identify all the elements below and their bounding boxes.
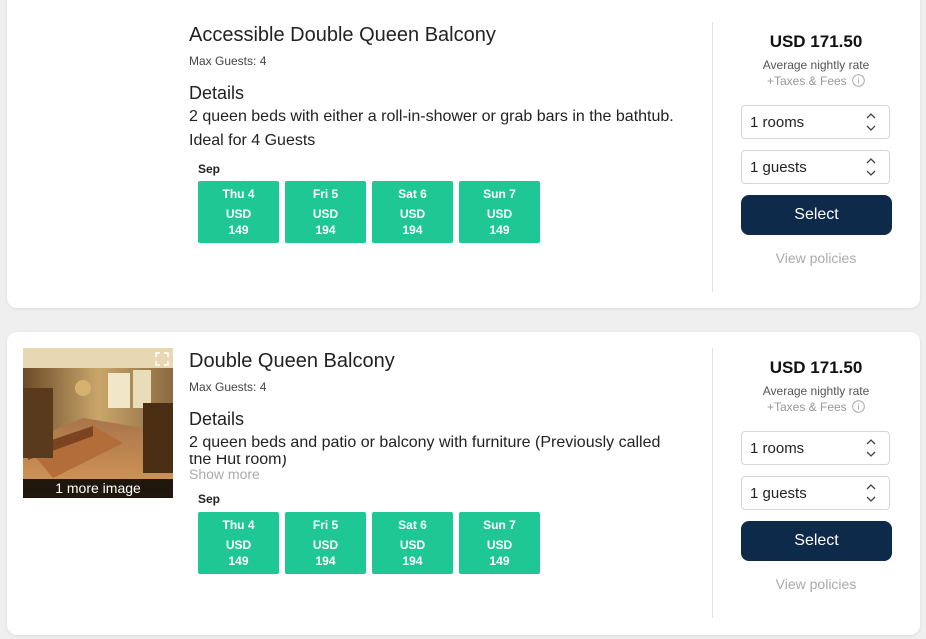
date-price: 194 bbox=[315, 554, 336, 568]
date-price: 194 bbox=[402, 223, 423, 237]
photo-more-images-caption[interactable]: 1 more image bbox=[23, 479, 173, 498]
select-button[interactable]: Select bbox=[741, 195, 892, 235]
date-day: Thu 4 bbox=[222, 187, 255, 201]
date-day: Fri 5 bbox=[312, 187, 339, 201]
max-guests: Max Guests: 4 bbox=[189, 54, 267, 68]
details-clipped: the Hut room) bbox=[189, 455, 709, 479]
date-currency: USD bbox=[312, 538, 339, 552]
date-price-button[interactable]: Sat 6 USD 194 bbox=[372, 512, 453, 574]
date-price-list: Thu 4 USD 149 Fri 5 USD 194 Sat 6 USD 19… bbox=[198, 181, 540, 243]
room-photo-image bbox=[23, 348, 173, 498]
chevron-up-down-icon[interactable] bbox=[865, 482, 877, 509]
date-price-button[interactable]: Thu 4 USD 149 bbox=[198, 512, 279, 574]
rooms-value: 1 rooms bbox=[750, 440, 805, 457]
chevron-up-down-icon[interactable] bbox=[865, 156, 877, 183]
details-line: 2 queen beds and patio or balcony with f… bbox=[189, 434, 661, 451]
date-currency: USD bbox=[225, 538, 252, 552]
view-policies-link[interactable]: View policies bbox=[741, 250, 891, 266]
details-heading: Details bbox=[189, 409, 245, 429]
details-text: 2 queen beds with either a roll-in-showe… bbox=[189, 105, 709, 153]
month-label: Sep bbox=[198, 492, 221, 506]
info-circle-icon[interactable] bbox=[852, 74, 865, 90]
date-day: Fri 5 bbox=[312, 518, 339, 532]
taxes-fees-label: +Taxes & Fees bbox=[741, 74, 891, 90]
guests-value: 1 guests bbox=[750, 159, 807, 176]
nightly-price: USD 171.50 bbox=[769, 358, 863, 377]
date-price: 149 bbox=[489, 554, 510, 568]
date-currency: USD bbox=[399, 538, 426, 552]
column-divider bbox=[712, 22, 713, 292]
date-day: Sun 7 bbox=[483, 518, 516, 532]
info-circle-icon[interactable] bbox=[852, 400, 865, 416]
date-price-button[interactable]: Sun 7 USD 149 bbox=[459, 512, 540, 574]
select-button[interactable]: Select bbox=[741, 521, 892, 561]
month-label: Sep bbox=[198, 162, 221, 176]
expand-icon[interactable] bbox=[155, 352, 169, 366]
date-price: 194 bbox=[315, 223, 336, 237]
date-currency: USD bbox=[399, 207, 426, 221]
nightly-price: USD 171.50 bbox=[769, 32, 863, 51]
date-price: 194 bbox=[402, 554, 423, 568]
date-currency: USD bbox=[225, 207, 252, 221]
rooms-stepper[interactable]: 1 rooms bbox=[741, 105, 890, 139]
price-summary: USD 171.50 Average nightly rate +Taxes &… bbox=[741, 358, 891, 416]
date-price: 149 bbox=[489, 223, 510, 237]
date-day: Sat 6 bbox=[398, 518, 427, 532]
room-photo[interactable]: 1 more image bbox=[23, 348, 173, 498]
room-card-accessible-double-queen-balcony: Accessible Double Queen Balcony Max Gues… bbox=[7, 0, 920, 308]
date-day: Sun 7 bbox=[483, 187, 516, 201]
details-text: 2 queen beds and patio or balcony with f… bbox=[189, 431, 709, 479]
date-price-list: Thu 4 USD 149 Fri 5 USD 194 Sat 6 USD 19… bbox=[198, 512, 540, 574]
column-divider bbox=[712, 348, 713, 618]
date-price-button[interactable]: Sat 6 USD 194 bbox=[372, 181, 453, 243]
details-line: Ideal for 4 Guests bbox=[189, 132, 316, 149]
room-title: Accessible Double Queen Balcony bbox=[189, 24, 496, 46]
date-price-button[interactable]: Thu 4 USD 149 bbox=[198, 181, 279, 243]
view-policies-link[interactable]: View policies bbox=[741, 576, 891, 592]
taxes-fees-text: +Taxes & Fees bbox=[766, 74, 847, 89]
nightly-rate-label: Average nightly rate bbox=[762, 384, 870, 398]
show-more-link[interactable]: Show more bbox=[189, 466, 260, 482]
date-currency: USD bbox=[312, 207, 339, 221]
date-price: 149 bbox=[228, 223, 249, 237]
chevron-up-down-icon[interactable] bbox=[865, 437, 877, 464]
room-title: Double Queen Balcony bbox=[189, 350, 395, 372]
details-heading: Details bbox=[189, 83, 245, 103]
date-currency: USD bbox=[486, 538, 513, 552]
date-price-button[interactable]: Fri 5 USD 194 bbox=[285, 512, 366, 574]
taxes-fees-text: +Taxes & Fees bbox=[766, 400, 847, 415]
guests-stepper[interactable]: 1 guests bbox=[741, 476, 890, 510]
details-line: 2 queen beds with either a roll-in-showe… bbox=[189, 108, 674, 125]
guests-value: 1 guests bbox=[750, 485, 807, 502]
rooms-value: 1 rooms bbox=[750, 114, 805, 131]
date-price-button[interactable]: Fri 5 USD 194 bbox=[285, 181, 366, 243]
max-guests: Max Guests: 4 bbox=[189, 380, 267, 394]
rooms-stepper[interactable]: 1 rooms bbox=[741, 431, 890, 465]
price-summary: USD 171.50 Average nightly rate +Taxes &… bbox=[741, 32, 891, 90]
chevron-up-down-icon[interactable] bbox=[865, 111, 877, 138]
guests-stepper[interactable]: 1 guests bbox=[741, 150, 890, 184]
details-line: the Hut room) bbox=[189, 455, 287, 468]
date-price: 149 bbox=[228, 554, 249, 568]
date-currency: USD bbox=[486, 207, 513, 221]
nightly-rate-label: Average nightly rate bbox=[762, 58, 870, 72]
taxes-fees-label: +Taxes & Fees bbox=[741, 400, 891, 416]
date-day: Sat 6 bbox=[398, 187, 427, 201]
date-day: Thu 4 bbox=[222, 518, 255, 532]
date-price-button[interactable]: Sun 7 USD 149 bbox=[459, 181, 540, 243]
room-card-double-queen-balcony: 1 more image Double Queen Balcony Max Gu… bbox=[7, 332, 920, 635]
